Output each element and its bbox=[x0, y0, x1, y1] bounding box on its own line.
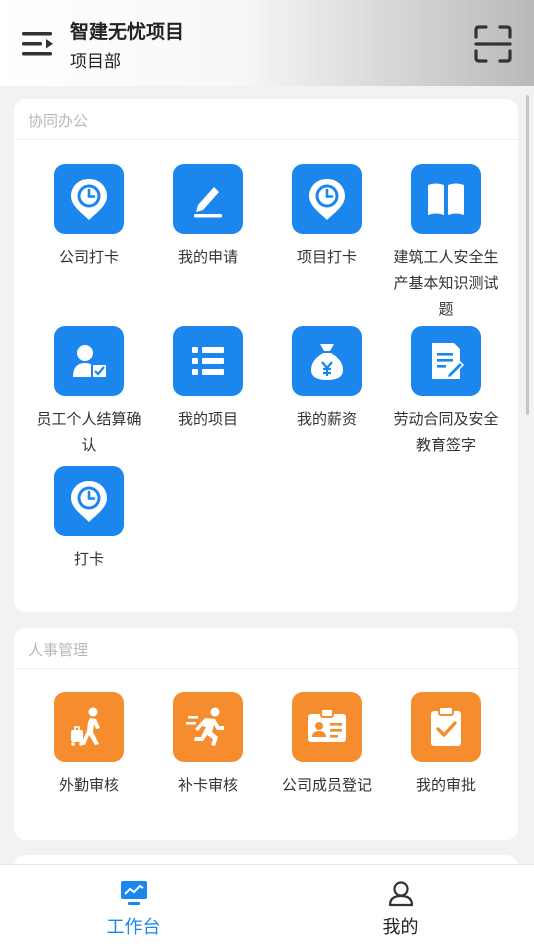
tile-my-approvals[interactable]: 我的审批 bbox=[386, 692, 506, 798]
user-check-icon bbox=[54, 326, 124, 396]
id-card-icon bbox=[292, 692, 362, 762]
tab-mine[interactable]: 我的 bbox=[267, 865, 534, 951]
document-sign-icon bbox=[411, 326, 481, 396]
walking-luggage-icon bbox=[54, 692, 124, 762]
book-icon bbox=[411, 164, 481, 234]
tile-project-checkin[interactable]: 项目打卡 bbox=[267, 164, 387, 270]
running-icon bbox=[173, 692, 243, 762]
tile-label: 我的申请 bbox=[177, 248, 238, 266]
tile-labor-contract-sign[interactable]: 劳动合同及安全教育签字 bbox=[386, 326, 506, 458]
app-header: 智建无忧项目 项目部 bbox=[0, 0, 534, 86]
clock-pin-icon bbox=[54, 466, 124, 536]
clock-pin-icon bbox=[292, 164, 362, 234]
clipboard-check-icon bbox=[411, 692, 481, 762]
tile-label: 员工个人结算确认 bbox=[36, 410, 142, 454]
tile-safety-knowledge-test[interactable]: 建筑工人安全生产基本知识测试题 bbox=[386, 164, 506, 322]
clock-pin-icon bbox=[54, 164, 124, 234]
section-hr-management: 人事管理 外勤审核 补卡审核 公司成员登记 我的审批 bbox=[14, 628, 518, 840]
tile-label: 补卡审核 bbox=[177, 776, 238, 794]
tile-field-work-review[interactable]: 外勤审核 bbox=[29, 692, 149, 798]
tile-my-applications[interactable]: 我的申请 bbox=[148, 164, 268, 270]
tile-company-checkin[interactable]: 公司打卡 bbox=[29, 164, 149, 270]
tile-label: 我的薪资 bbox=[296, 410, 357, 428]
tile-label: 公司打卡 bbox=[58, 248, 119, 266]
tile-personal-settlement[interactable]: 员工个人结算确认 bbox=[29, 326, 149, 458]
tile-label: 建筑工人安全生产基本知识测试题 bbox=[393, 248, 499, 318]
scrollbar[interactable] bbox=[526, 95, 529, 415]
tab-workbench[interactable]: 工作台 bbox=[0, 865, 267, 951]
tile-member-registration[interactable]: 公司成员登记 bbox=[267, 692, 387, 798]
menu-indent-icon[interactable] bbox=[20, 28, 56, 60]
list-icon bbox=[173, 326, 243, 396]
tile-label: 公司成员登记 bbox=[281, 776, 372, 794]
tile-checkin[interactable]: 打卡 bbox=[29, 466, 149, 572]
tile-card-makeup-review[interactable]: 补卡审核 bbox=[148, 692, 268, 798]
tile-label: 外勤审核 bbox=[58, 776, 119, 794]
tile-label: 打卡 bbox=[73, 550, 104, 568]
project-title: 智建无忧项目 bbox=[70, 21, 185, 43]
section-title: 人事管理 bbox=[14, 628, 518, 669]
tab-label: 工作台 bbox=[106, 917, 161, 938]
department-subtitle: 项目部 bbox=[70, 52, 121, 72]
tile-my-projects[interactable]: 我的项目 bbox=[148, 326, 268, 432]
user-icon bbox=[388, 881, 413, 907]
section-title: 协同办公 bbox=[14, 99, 518, 140]
bottom-tab-bar: 工作台 我的 bbox=[0, 864, 534, 951]
tile-label: 项目打卡 bbox=[296, 248, 357, 266]
tab-label: 我的 bbox=[382, 917, 419, 938]
edit-pen-icon bbox=[173, 164, 243, 234]
tile-label: 我的项目 bbox=[177, 410, 238, 428]
scan-icon[interactable] bbox=[473, 24, 513, 64]
tile-my-salary[interactable]: 我的薪资 bbox=[267, 326, 387, 432]
tile-label: 我的审批 bbox=[415, 776, 476, 794]
tile-label: 劳动合同及安全教育签字 bbox=[393, 410, 499, 454]
section-collaborative-office: 协同办公 公司打卡 我的申请 项目打卡 建筑工人安全生产基本知识测试题 员工个人… bbox=[14, 99, 518, 612]
money-bag-icon bbox=[292, 326, 362, 396]
monitor-chart-icon bbox=[120, 881, 147, 905]
